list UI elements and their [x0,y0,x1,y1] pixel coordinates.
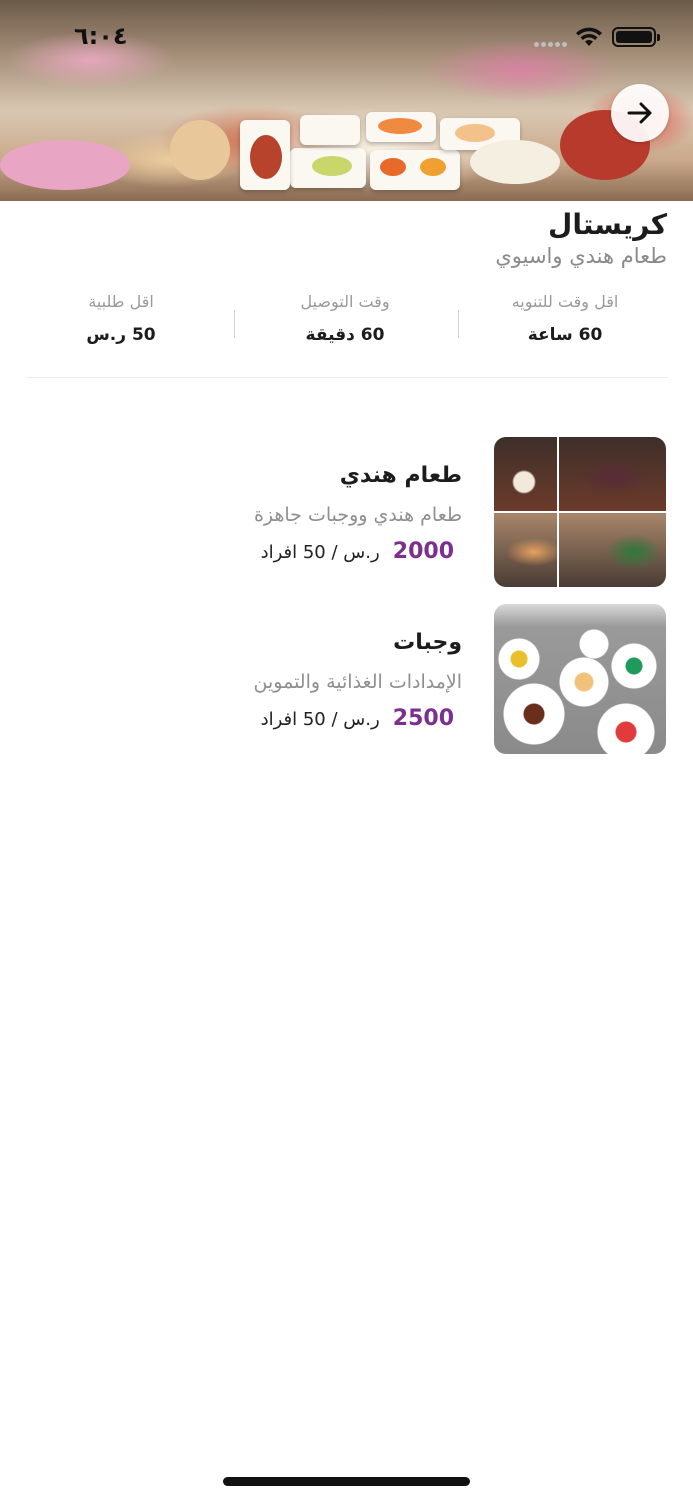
restaurant-stats: اقل وقت للتنويه 60 ساعة وقت التوصيل 60 د… [26,288,668,378]
restaurant-name: كريستال [548,208,667,241]
menu-item-price: 2500 [392,706,454,731]
menu-item-description: طعام هندي ووجبات جاهزة [253,504,462,526]
stat-delivery-time: وقت التوصيل 60 دقيقة [238,288,452,368]
menu-item-name: وجبات [393,630,462,655]
status-bar: ٦:٠٤ [0,0,693,70]
stat-label: اقل وقت للتنويه [511,292,619,311]
stat-label: وقت التوصيل [300,292,390,311]
stat-label: اقل طلبية [88,292,154,311]
signal-icon [534,42,572,48]
menu-item-image [494,437,666,587]
back-button[interactable] [611,84,669,142]
stat-value: 60 ساعة [527,325,603,345]
battery-icon [612,27,660,47]
stat-minimum-order: اقل طلبية 50 ر.س [14,288,228,368]
stat-divider [234,310,235,338]
stat-notice-time: اقل وقت للتنويه 60 ساعة [458,288,672,368]
restaurant-cuisine: طعام هندي واسيوي [495,244,667,268]
wifi-icon [574,26,604,48]
stat-value: 60 دقيقة [305,325,385,345]
stat-value: 50 ر.س [86,325,156,345]
status-time: ٦:٠٤ [74,22,128,50]
menu-item[interactable]: وجبات الإمدادات الغذائية والتموين 2500 ر… [26,604,666,754]
menu-item-price-row: 2000 ر.س / 50 افراد [261,539,454,564]
menu-item-price-row: 2500 ر.س / 50 افراد [261,706,454,731]
home-indicator[interactable] [223,1477,470,1486]
menu-item-unit: ر.س / 50 افراد [260,542,380,563]
stat-divider [458,310,459,338]
menu-item-unit: ر.س / 50 افراد [260,709,380,730]
menu-item[interactable]: طعام هندي طعام هندي ووجبات جاهزة 2000 ر.… [26,437,666,587]
arrow-right-icon [627,102,652,124]
menu-item-name: طعام هندي [339,463,462,488]
menu-item-image [494,604,666,754]
menu-item-description: الإمدادات الغذائية والتموين [253,671,462,693]
menu-item-price: 2000 [392,539,454,564]
